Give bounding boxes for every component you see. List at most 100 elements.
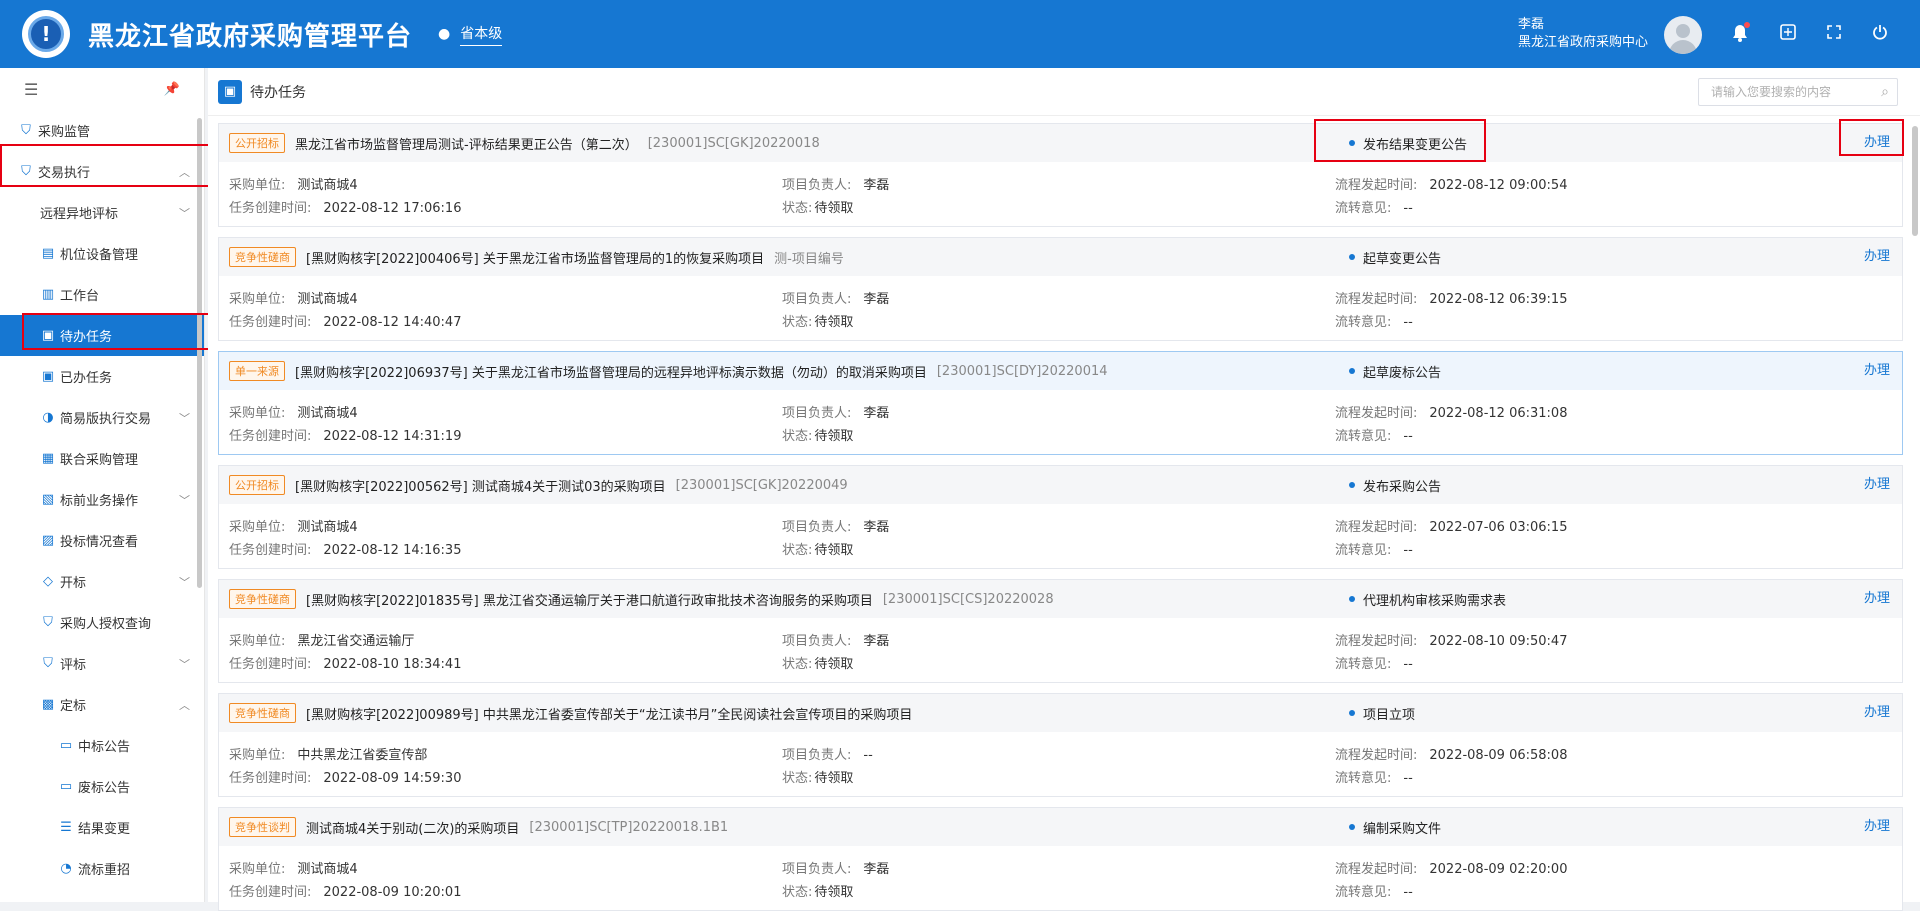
task-status: 项目立项 [1349,694,1415,732]
switch-system-icon[interactable] [1778,24,1798,44]
flow-opinion: 流转意见: -- [1335,771,1413,786]
search-input[interactable]: 请输入您要搜索的内容 ⌕ [1698,78,1898,106]
location-selector[interactable]: 省本级 [460,23,503,46]
handle-button[interactable]: 办理 [1864,808,1890,846]
procurement-method-tag: 竞争性磋商 [229,703,296,723]
handle-button[interactable]: 办理 [1864,694,1890,732]
task-created-time: 任务创建时间: 2022-08-12 14:16:35 [229,543,462,558]
task-title[interactable]: [黑财购核字[2022]01835号] 黑龙江省交通运输厅关于港口航道行政审批技… [306,590,873,609]
task-title[interactable]: [黑财购核字[2022]00989号] 中共黑龙江省委宣传部关于“龙江读书月”全… [306,704,912,723]
user-name: 李磊 [1518,17,1545,32]
sidebar-item-simple-execution[interactable]: ◑ 简易版执行交易 ﹀ [0,397,204,438]
main-content: ▣ 待办任务 请输入您要搜索的内容 ⌕ 公开招标 黑龙江省市场监督管理局测试-评标… [208,68,1920,911]
search-icon[interactable]: ⌕ [1881,79,1889,105]
annotation-box-transaction-execution [0,144,215,187]
sidebar-item-joint-procurement[interactable]: ▦ 联合采购管理 [0,438,204,479]
sidebar-item-evaluation[interactable]: ⛉ 评标 ﹀ [0,643,204,684]
sidebar-item-remote-evaluation[interactable]: 远程异地评标 ﹀ [0,192,204,233]
annotation-box-todo-tasks [22,313,226,350]
main-scrollbar[interactable] [1912,126,1918,236]
sidebar-item-pre-bid-operations[interactable]: ▧ 标前业务操作 ﹀ [0,479,204,520]
sidebar-item-workbench[interactable]: ▥ 工作台 [0,274,204,315]
sidebar-item-bid-opening[interactable]: ◇ 开标 ﹀ [0,561,204,602]
task-state: 状态: 待领取 [782,315,854,330]
task-created-time: 任务创建时间: 2022-08-12 17:06:16 [229,201,462,216]
project-code: [230001]SC[DY]20220014 [936,363,1108,379]
status-dot-icon [1349,254,1355,260]
bid-view-icon: ▨ [41,533,55,548]
sidebar-item-done-tasks[interactable]: ▣ 已办任务 [0,356,204,397]
task-card[interactable]: 单一来源 [黑财购核字[2022]06937号] 关于黑龙江省市场监督管理局的远程… [218,351,1903,455]
task-created-time: 任务创建时间: 2022-08-10 18:34:41 [229,657,462,672]
chevron-up-icon: ︿ [179,698,190,712]
menu-toggle-icon[interactable]: ☰ [24,80,38,99]
sidebar-item-authorization-query[interactable]: ⛉ 采购人授权查询 [0,602,204,643]
task-state: 状态: 待领取 [782,543,854,558]
flow-start-time: 流程发起时间: 2022-08-09 02:20:00 [1335,862,1568,877]
purchasing-unit: 采购单位: 中共黑龙江省委宣传部 [229,748,428,763]
handle-button[interactable]: 办理 [1864,580,1890,618]
task-card[interactable]: 公开招标 黑龙江省市场监督管理局测试-评标结果更正公告（第二次） [230001]S… [218,123,1903,227]
task-card-header: 公开招标 [黑财购核字[2022]00562号] 测试商城4关于测试03的采购项目… [219,466,1902,504]
task-card[interactable]: 竞争性谈判 测试商城4关于别动(二次)的采购项目 [230001]SC[TP]202… [218,807,1903,911]
task-card[interactable]: 公开招标 [黑财购核字[2022]00562号] 测试商城4关于测试03的采购项目… [218,465,1903,569]
task-card[interactable]: 竞争性磋商 [黑财购核字[2022]00989号] 中共黑龙江省委宣传部关于“龙江… [218,693,1903,797]
task-status: 起草变更公告 [1349,238,1441,276]
task-status: 编制采购文件 [1349,808,1441,846]
task-title[interactable]: [黑财购核字[2022]00406号] 关于黑龙江省市场监督管理局的1的恢复采购… [306,248,764,267]
task-card-header: 竞争性磋商 [黑财购核字[2022]00989号] 中共黑龙江省委宣传部关于“龙江… [219,694,1902,732]
fullscreen-icon[interactable] [1824,24,1844,44]
task-card[interactable]: 竞争性磋商 [黑财购核字[2022]01835号] 黑龙江省交通运输厅关于港口航道… [218,579,1903,683]
handle-button[interactable]: 办理 [1864,352,1890,390]
sidebar-item-result-change[interactable]: ☰ 结果变更 [0,807,204,848]
task-title[interactable]: [黑财购核字[2022]00562号] 测试商城4关于测试03的采购项目 [295,476,666,495]
sidebar-scrollbar[interactable] [197,118,202,588]
purchasing-unit: 采购单位: 测试商城4 [229,292,358,307]
sidebar-header: ☰ 📌 [0,68,204,110]
task-title[interactable]: 测试商城4关于别动(二次)的采购项目 [306,818,519,837]
user-info[interactable]: 李磊 黑龙江省政府采购中心 [1518,16,1650,52]
task-created-time: 任务创建时间: 2022-08-09 14:59:30 [229,771,462,786]
task-title[interactable]: [黑财购核字[2022]06937号] 关于黑龙江省市场监督管理局的远程异地评标… [295,362,927,381]
sidebar-item-void-notice[interactable]: ▭ 废标公告 [0,766,204,807]
device-icon: ▤ [41,246,55,261]
flow-opinion: 流转意见: -- [1335,201,1413,216]
notice-icon: ▭ [59,738,73,753]
task-done-icon: ▣ [41,369,55,384]
project-code: [230001]SC[GK]20220018 [647,135,820,151]
avatar[interactable] [1664,16,1702,54]
notice-icon: ▭ [59,779,73,794]
sidebar: ☰ 📌 ⛉ 采购监管 ⛉ 交易执行 ︿ 远程异地评标 ﹀ ▤ 机位设备管理 ▥ 工作台 ▣ 待… [0,68,205,902]
task-card-header: 公开招标 黑龙江省市场监督管理局测试-评标结果更正公告（第二次） [230001]S… [219,124,1902,162]
annotation-box-status [1314,119,1486,162]
exchange-icon: ◑ [42,410,54,425]
task-card-header: 单一来源 [黑财购核字[2022]06937号] 关于黑龙江省市场监督管理局的远程… [219,352,1902,390]
page-title: 待办任务 [250,84,306,101]
sidebar-item-award[interactable]: ▩ 定标 ︿ [0,684,204,725]
sidebar-item-winning-notice[interactable]: ▭ 中标公告 [0,725,204,766]
task-state: 状态: 待领取 [782,885,854,900]
handle-button[interactable]: 办理 [1864,466,1890,504]
task-card[interactable]: 竞争性磋商 [黑财购核字[2022]00406号] 关于黑龙江省市场监督管理局的1… [218,237,1903,341]
pre-bid-icon: ▧ [41,492,55,507]
workbench-icon: ▥ [41,287,55,302]
sidebar-item-device-management[interactable]: ▤ 机位设备管理 [0,233,204,274]
flow-opinion: 流转意见: -- [1335,315,1413,330]
task-status: 代理机构审核采购需求表 [1349,580,1506,618]
project-code: 测-项目编号 [774,251,844,267]
sidebar-item-retender[interactable]: ◔ 流标重招 [0,848,204,889]
evaluate-icon: ⛉ [43,656,53,671]
power-icon[interactable] [1870,24,1890,44]
task-title[interactable]: 黑龙江省市场监督管理局测试-评标结果更正公告（第二次） [295,134,638,153]
sidebar-item-bid-view[interactable]: ▨ 投标情况查看 [0,520,204,561]
bell-icon[interactable] [1730,22,1750,44]
task-state: 状态: 待领取 [782,429,854,444]
platform-logo: ! [22,10,70,58]
project-code: [230001]SC[CS]20220028 [882,591,1054,607]
pin-icon[interactable]: 📌 [164,82,180,97]
flow-opinion: 流转意见: -- [1335,429,1413,444]
location-pin-icon: ● [438,26,451,42]
handle-button[interactable]: 办理 [1864,238,1890,276]
flow-opinion: 流转意见: -- [1335,657,1413,672]
top-bar: ! 黑龙江省政府采购管理平台 ● 省本级 李磊 黑龙江省政府采购中心 [0,0,1920,68]
